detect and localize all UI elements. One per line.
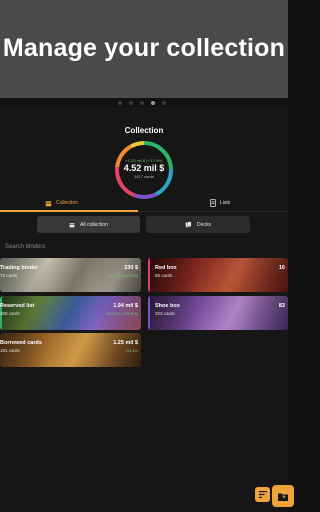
binder-count: 359 cards (0, 311, 20, 316)
tab-collection[interactable]: Collection (45, 197, 78, 209)
segment-all-collection[interactable]: All collection (37, 216, 140, 233)
page-dot (129, 101, 133, 105)
tab-lists-label: Lists (220, 200, 231, 206)
binder-name: Shoe box (155, 303, 180, 309)
collection-value: 4.52 mil $ (123, 163, 165, 173)
binder-change: +44.4% (124, 348, 138, 353)
tab-active-indicator (0, 210, 138, 212)
binder-count: 85 cards (155, 273, 173, 278)
box-icon (45, 200, 52, 206)
binder-count: 323 cards (155, 311, 175, 316)
page-dot (118, 101, 122, 105)
segment-decks-label: Decks (197, 221, 211, 228)
page-dot-active (151, 101, 155, 105)
binder-change: +404.00 (+25.0%) (105, 311, 138, 316)
binder-name: Trading binder (0, 265, 39, 271)
add-folder-icon (278, 493, 288, 501)
segment-all-collection-label: All collection (80, 221, 108, 228)
binder-name: Borrowed cards (0, 340, 42, 346)
banner-title: Manage your collection (2, 34, 286, 62)
cards-icon (185, 221, 192, 228)
binder-value: 230 $ (124, 265, 138, 271)
binder-red-box[interactable]: Red box 85 cards 16 (148, 258, 288, 292)
binder-name: Red box (155, 265, 177, 271)
binder-reserved[interactable]: Reserved list 359 cards 1.94 mil $ +404.… (0, 296, 141, 330)
binder-shoe-box[interactable]: Shoe box 323 cards 83 (148, 296, 288, 330)
list-icon (210, 199, 216, 207)
binder-value: 83 (278, 303, 285, 309)
binder-value: 1.25 mil $ (113, 340, 138, 346)
collection-card-count: 1417 cards (134, 174, 154, 179)
tab-collection-label: Collection (56, 200, 78, 206)
binder-name: Reserved list (0, 303, 35, 309)
page-dot (162, 101, 166, 105)
binder-color-bar (148, 258, 150, 292)
binder-count: 79 cards (0, 273, 18, 278)
binder-trading[interactable]: Trading binder 79 cards 230 $ +57.00 (+3… (0, 258, 141, 292)
sort-button[interactable] (255, 487, 270, 502)
sort-icon (258, 491, 267, 498)
binder-borrowed[interactable]: Borrowed cards 191 cards 1.25 mil $ +44.… (0, 333, 141, 367)
binder-count: 191 cards (0, 348, 20, 353)
collection-title: Collection (124, 126, 164, 135)
page-indicator (118, 101, 166, 105)
add-binder-button[interactable] (272, 485, 294, 507)
segment-decks[interactable]: Decks (146, 216, 250, 233)
binder-value: 1.94 mil $ (113, 303, 138, 309)
search-placeholder: Search binders (5, 244, 46, 250)
binder-color-bar (148, 296, 150, 330)
binder-value: 16 (278, 265, 285, 271)
tab-lists[interactable]: Lists (210, 197, 230, 209)
page-dot (140, 101, 144, 105)
binder-change: +57.00 (+33.0%) (108, 273, 138, 278)
box-icon (69, 222, 75, 227)
search-binders[interactable]: Search binders (0, 240, 288, 254)
promo-banner: Manage your collection (0, 0, 288, 98)
